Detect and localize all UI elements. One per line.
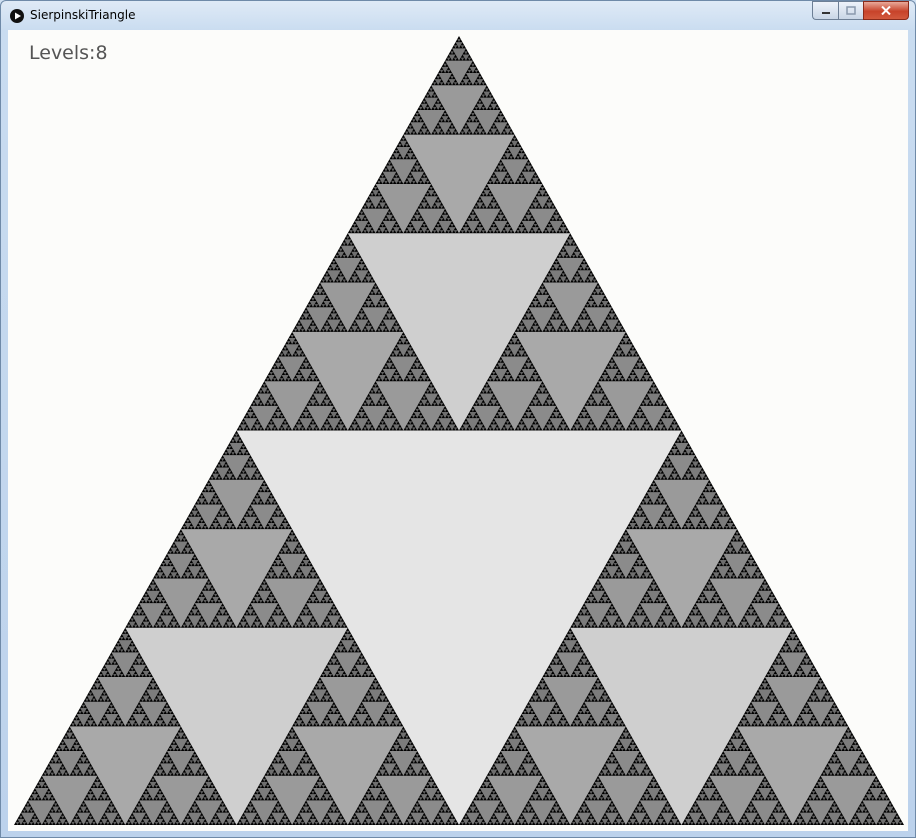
title-bar[interactable]: SierpinskiTriangle [1, 1, 915, 30]
window-title: SierpinskiTriangle [30, 8, 136, 22]
window-controls [812, 1, 909, 21]
app-window: SierpinskiTriangle Levels:8 [0, 0, 916, 838]
minimize-icon [821, 11, 830, 14]
minimize-button[interactable] [812, 1, 838, 20]
levels-value: 8 [95, 42, 108, 64]
close-button[interactable] [863, 1, 909, 20]
close-icon [881, 6, 891, 15]
levels-indicator: Levels:8 [29, 42, 108, 64]
maximize-button[interactable] [838, 1, 863, 20]
maximize-icon [846, 6, 856, 15]
sierpinski-triangle [14, 36, 904, 825]
sketch-canvas-area[interactable]: Levels:8 [8, 30, 908, 831]
levels-label: Levels: [29, 42, 96, 64]
processing-play-icon [10, 9, 24, 23]
